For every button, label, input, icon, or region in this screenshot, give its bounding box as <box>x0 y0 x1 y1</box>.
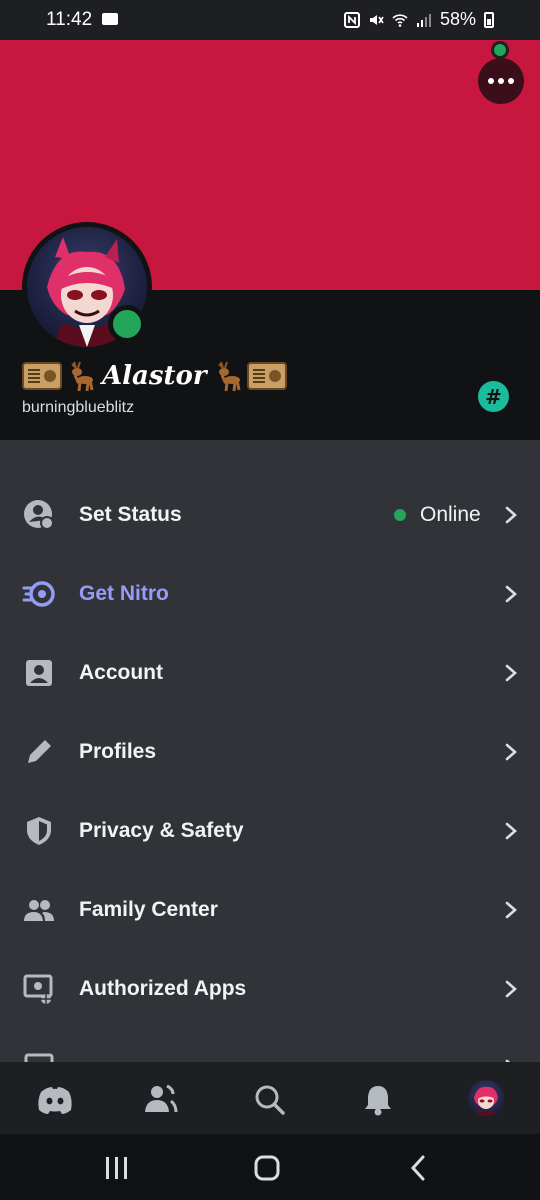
pencil-icon <box>28 740 51 763</box>
menu-item-label: Set Status <box>79 503 182 526</box>
menu-item-authorized-apps[interactable]: Authorized Apps <box>0 950 540 1029</box>
home-button-icon[interactable] <box>254 1155 280 1181</box>
status-value: Online <box>394 503 481 527</box>
radio-emoji-icon <box>22 362 62 390</box>
avatar-art <box>474 1086 498 1116</box>
nfc-icon <box>343 11 360 28</box>
menu-item-label: Authorized Apps <box>79 977 247 1000</box>
bottom-nav <box>0 1062 540 1134</box>
system-nav-bar <box>0 1134 540 1200</box>
chevron-right-icon <box>505 901 517 919</box>
chevron-right-icon <box>505 980 517 998</box>
menu-item-family-center[interactable]: Family Center <box>0 871 540 950</box>
dot <box>488 78 494 84</box>
status-icons: 58% <box>343 9 494 30</box>
status-value-text: Online <box>420 503 481 526</box>
deer-emoji-icon <box>217 361 241 392</box>
mute-icon <box>369 14 384 25</box>
settings-menu: Set Status Online Get Nitro Account Prof… <box>0 476 540 1108</box>
menu-item-account[interactable]: Account <box>0 634 540 713</box>
radio-emoji-icon <box>246 362 287 390</box>
deer-emoji-icon <box>71 361 94 392</box>
dot <box>498 78 504 84</box>
signal-icon <box>416 13 431 27</box>
battery-percent: 58% <box>439 9 476 29</box>
status-icon <box>24 500 54 530</box>
dot <box>508 78 514 84</box>
menu-item-get-nitro[interactable]: Get Nitro <box>0 555 540 634</box>
nitro-icon <box>22 581 55 607</box>
online-status-dot <box>491 41 509 59</box>
status-bar: 11:42 58% <box>0 0 540 40</box>
menu-item-label: Family Center <box>79 898 218 921</box>
chevron-right-icon <box>505 743 517 761</box>
menu-item-label: Privacy & Safety <box>79 819 244 842</box>
menu-item-set-status[interactable]: Set Status Online <box>0 476 540 555</box>
chevron-right-icon <box>505 822 517 840</box>
wifi-icon <box>392 13 408 27</box>
hashtag-badge-icon[interactable]: # <box>478 381 509 412</box>
shield-icon <box>27 817 51 845</box>
online-dot <box>394 509 406 521</box>
display-name-text: Alastor <box>102 361 207 391</box>
username: burningblueblitz <box>22 399 135 416</box>
apps-icon <box>23 974 53 1004</box>
chevron-right-icon <box>505 585 517 603</box>
mail-icon <box>102 13 118 25</box>
menu-item-label: Account <box>79 661 163 684</box>
chevron-right-icon <box>505 506 517 524</box>
friends-icon[interactable] <box>140 1080 180 1120</box>
recent-apps-icon[interactable] <box>104 1156 130 1180</box>
search-icon[interactable] <box>250 1080 290 1120</box>
display-name: Alastor <box>22 358 287 394</box>
more-options-button[interactable] <box>478 58 524 104</box>
notifications-icon[interactable] <box>358 1080 398 1120</box>
back-icon[interactable] <box>408 1155 428 1181</box>
battery-icon <box>484 11 494 28</box>
people-icon <box>24 900 54 921</box>
chevron-right-icon <box>505 664 517 682</box>
menu-item-profiles[interactable]: Profiles <box>0 713 540 792</box>
status-time: 11:42 <box>46 9 93 30</box>
menu-item-label: Profiles <box>79 740 157 763</box>
online-status-dot <box>108 305 146 343</box>
discord-home-icon[interactable] <box>35 1080 75 1120</box>
profile-tab-avatar[interactable] <box>468 1080 504 1116</box>
menu-item-privacy-safety[interactable]: Privacy & Safety <box>0 792 540 871</box>
menu-item-label: Get Nitro <box>79 582 169 605</box>
account-icon <box>26 660 52 686</box>
